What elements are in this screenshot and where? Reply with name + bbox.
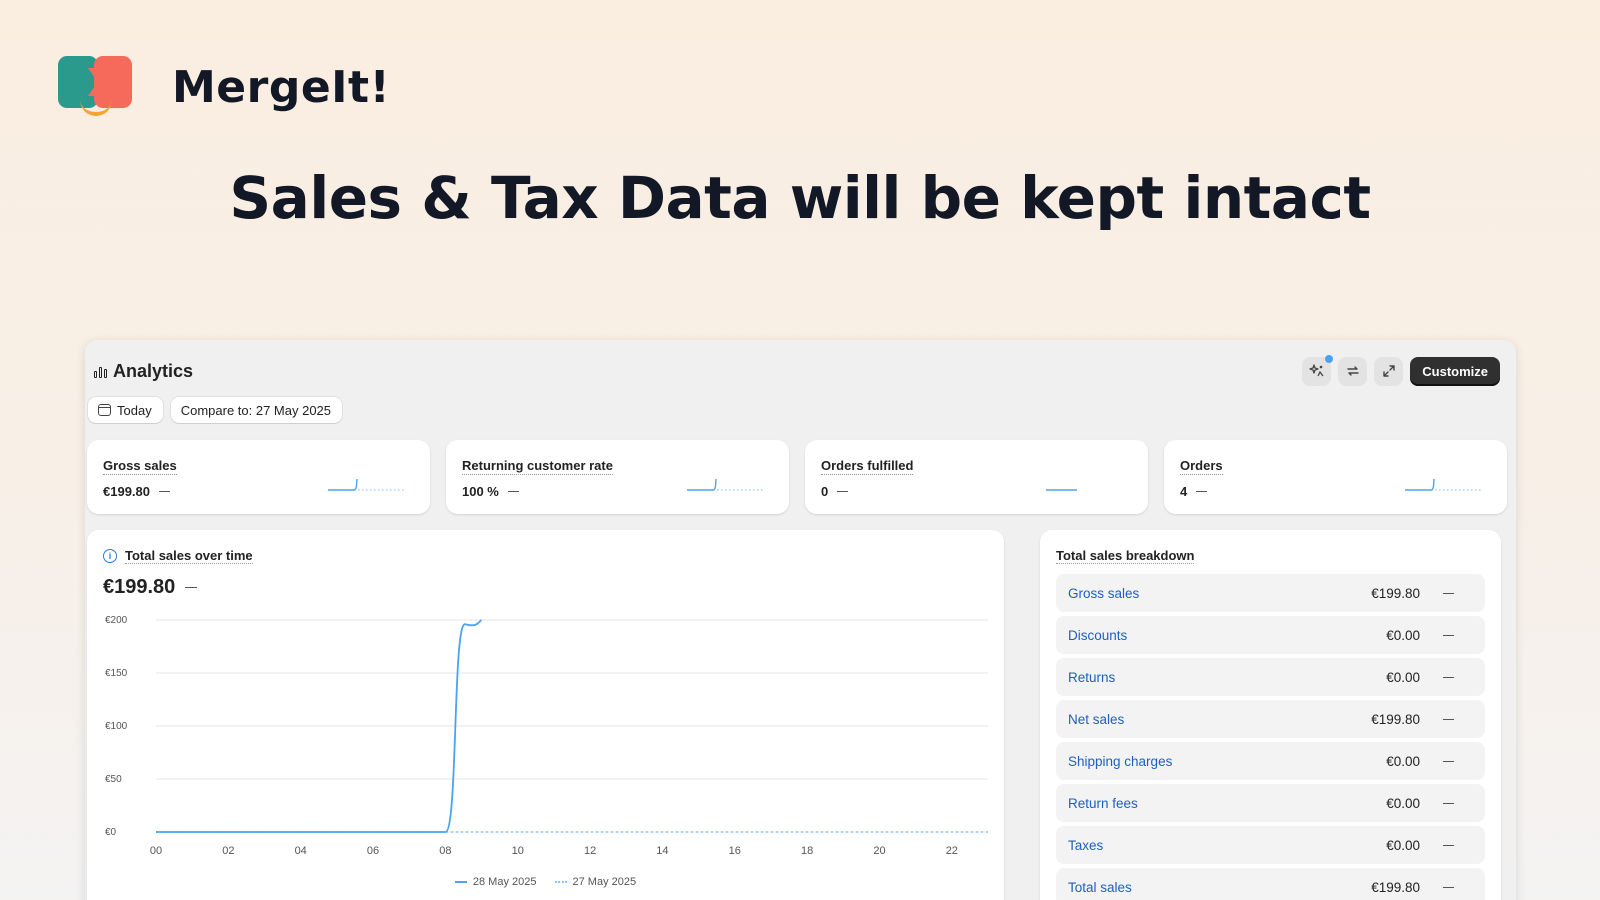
ai-sparkle-icon [1309,364,1324,377]
y-tick-label: €50 [105,774,122,785]
x-tick-label: 00 [150,845,162,857]
breakdown-value: €0.00 [1386,837,1420,853]
metric-label: Gross sales [103,458,177,475]
window-actions: Customize [1302,354,1500,386]
chart-title[interactable]: i Total sales over time [103,548,253,564]
y-tick-label: €0 [105,827,117,838]
customize-button[interactable]: Customize [1410,356,1500,386]
mergeit-logo [58,54,134,120]
breakdown-row-returns: Returns €0.00 [1056,658,1485,696]
page-title: Analytics [94,361,193,382]
metric-card-orders-fulfilled[interactable]: Orders fulfilled 0 [805,440,1148,514]
metric-value: 100 % [462,484,519,499]
chart-legend: 28 May 2025 27 May 2025 [87,876,1004,888]
analytics-window: Analytics Customize Today Compare to: 27… [85,340,1516,900]
expand-icon [1383,365,1395,377]
metric-label: Orders fulfilled [821,458,914,475]
breakdown-link[interactable]: Total sales [1068,880,1132,895]
x-tick-label: 18 [801,845,813,857]
info-icon: i [103,549,117,563]
bar-chart-icon [94,365,107,378]
refresh-icon [1347,366,1359,376]
breakdown-title[interactable]: Total sales breakdown [1056,548,1195,564]
refresh-button[interactable] [1338,356,1368,386]
brand: MergeIt! [58,54,390,120]
metric-label: Returning customer rate [462,458,613,475]
window-header: Analytics Customize [94,354,1500,386]
brand-name: MergeIt! [172,61,391,113]
breakdown-list: Gross sales €199.80 Discounts €0.00 Return… [1056,574,1485,900]
ai-insights-button[interactable] [1302,354,1334,386]
breakdown-value: €199.80 [1371,585,1420,601]
legend-item-previous[interactable]: 27 May 2025 [554,876,636,888]
x-tick-label: 20 [873,845,885,857]
x-tick-label: 14 [656,845,668,857]
x-tick-label: 02 [222,845,234,857]
breakdown-value: €0.00 [1386,795,1420,811]
metric-card-gross-sales[interactable]: Gross sales €199.80 [87,440,430,514]
x-tick-label: 12 [584,845,596,857]
metric-value: €199.80 [103,484,170,499]
breakdown-row-gross-sales: Gross sales €199.80 [1056,574,1485,612]
metric-cards: Gross sales €199.80 Returning customer r… [87,440,1507,514]
total-sales-chart: €0 €50 €100 €150 €200 00 02 04 06 08 10 12 14 16 18 20 2… [105,615,988,857]
sparkline-current [328,478,358,491]
breakdown-link[interactable]: Shipping charges [1068,754,1172,769]
x-tick-label: 04 [295,845,307,857]
breakdown-value: €199.80 [1371,711,1420,727]
date-range-picker[interactable]: Today [88,397,163,423]
legend-item-current[interactable]: 28 May 2025 [454,876,537,888]
x-tick-label: 08 [439,845,451,857]
metric-card-returning-customer-rate[interactable]: Returning customer rate 100 % [446,440,789,514]
breakdown-row-taxes: Taxes €0.00 [1056,826,1485,864]
metric-card-orders[interactable]: Orders 4 [1164,440,1507,514]
sparkline-current [1405,478,1435,491]
metric-value: 4 [1180,484,1208,499]
y-tick-label: €150 [105,668,128,679]
breakdown-row-total-sales: Total sales €199.80 [1056,868,1485,900]
page-title-label: Analytics [113,360,194,381]
x-tick-label: 16 [729,845,741,857]
compare-picker[interactable]: Compare to: 27 May 2025 [170,397,343,423]
notification-dot [1325,354,1334,363]
total-sales-chart-card: €0 €50 €100 €150 €200 00 02 04 06 08 10 12 14 16 18 20 2… [87,530,1004,900]
breakdown-value: €0.00 [1386,753,1420,769]
page-headline: Sales & Tax Data will be kept intact [229,164,1371,232]
compare-label: Compare to: 27 May 2025 [180,402,332,418]
metric-value: 0 [821,484,849,499]
sales-breakdown-card: Total sales breakdown Gross sales €199.80… [1040,530,1501,900]
breakdown-value: €0.00 [1386,669,1420,685]
date-filters: Today Compare to: 27 May 2025 [88,397,343,423]
breakdown-row-net-sales: Net sales €199.80 [1056,700,1485,738]
breakdown-link[interactable]: Taxes [1068,838,1103,853]
x-tick-label: 22 [946,845,958,857]
chart-total-value: €199.80 [103,576,198,599]
metric-sparkline [687,478,763,491]
metric-sparkline [1405,478,1481,491]
breakdown-row-return-fees: Return fees €0.00 [1056,784,1485,822]
x-tick-label: 10 [512,845,524,857]
breakdown-link[interactable]: Discounts [1068,628,1127,643]
breakdown-link[interactable]: Returns [1068,670,1115,685]
x-tick-label: 06 [367,845,379,857]
breakdown-value: €0.00 [1386,627,1420,643]
metric-sparkline [1046,489,1077,491]
sparkline-current [687,478,717,491]
breakdown-value: €199.80 [1371,879,1420,895]
breakdown-row-discounts: Discounts €0.00 [1056,616,1485,654]
fullscreen-button[interactable] [1374,356,1404,386]
y-tick-label: €100 [105,721,128,732]
metric-label: Orders [1180,458,1223,475]
breakdown-link[interactable]: Return fees [1068,796,1138,811]
breakdown-link[interactable]: Gross sales [1068,586,1139,601]
breakdown-row-shipping-charges: Shipping charges €0.00 [1056,742,1485,780]
calendar-icon [98,404,111,416]
breakdown-link[interactable]: Net sales [1068,712,1124,727]
y-tick-label: €200 [105,615,128,626]
metric-sparkline [328,478,404,491]
date-range-label: Today [117,402,152,418]
